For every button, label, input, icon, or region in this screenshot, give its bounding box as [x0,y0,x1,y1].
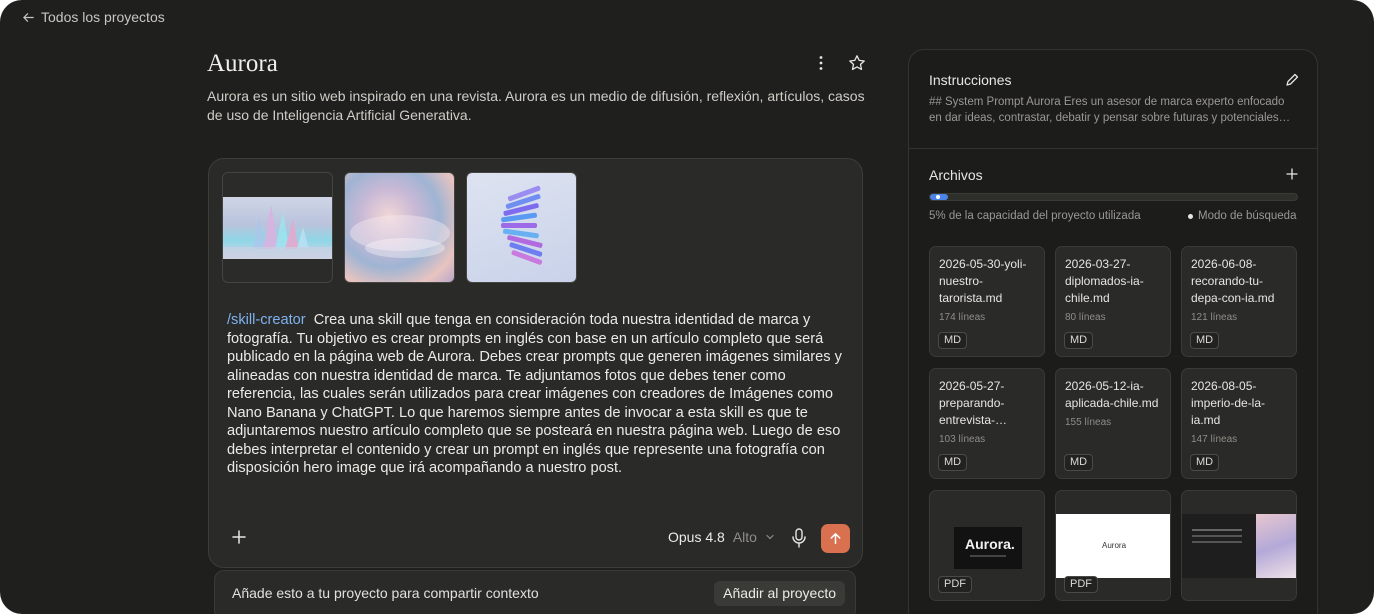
instructions-title: Instrucciones [929,72,1012,88]
file-card[interactable]: 2026-06-08-recorando-tu-depa-con-ia.md 1… [1181,246,1297,357]
back-link-label: Todos los proyectos [41,9,165,25]
abstract-cover-image [1256,514,1296,578]
file-line-count: 103 líneas [939,434,986,445]
arrow-left-icon [23,12,34,22]
attachment-image[interactable] [222,172,333,283]
file-line-count: 155 líneas [1065,417,1112,428]
arrow-up-icon [830,533,841,544]
pdf-file-card[interactable]: Aurora PDF [1055,490,1171,601]
back-to-projects-link[interactable]: Todos los proyectos [22,9,165,25]
prompt-body: Crea una skill que tenga en consideració… [227,312,842,476]
chat-composer: /skill-creator Crea una skill que tenga … [208,158,863,568]
file-card[interactable]: 2026-08-05-imperio-de-la-ia.md 147 línea… [1181,368,1297,479]
add-to-project-bar: Añade esto a tu proyecto para compartir … [214,570,856,614]
file-card[interactable]: 2026-05-27-preparando-entrevista-… 103 l… [929,368,1045,479]
pencil-icon [1286,73,1299,86]
spiral-sculpture-image [501,185,543,265]
crystal-landscape-image [223,205,332,259]
attachment-image[interactable] [466,172,577,283]
model-selector[interactable]: Opus 4.8 Alto [668,529,775,545]
file-type-badge: MD [938,332,968,349]
attachment-image[interactable] [344,172,455,283]
file-line-count: 147 líneas [1191,434,1238,445]
more-vertical-icon [819,56,823,70]
file-name: 2026-05-30-yoli-nuestro-tarorista.md [939,257,1027,305]
plus-icon [1286,168,1298,180]
add-file-button[interactable] [1285,167,1299,181]
composer-toolbar: Opus 4.8 Alto [209,511,862,567]
voice-input-button[interactable] [789,527,809,549]
favorite-button[interactable] [846,52,868,74]
file-name: 2026-03-27-diplomados-ia-chile.md [1065,257,1144,305]
send-button[interactable] [821,524,850,553]
project-description: Aurora es un sitio web inspirado en una … [207,88,865,123]
file-card[interactable]: 2026-03-27-diplomados-ia-chile.md 80 lín… [1055,246,1171,357]
capacity-bar [929,193,1298,201]
aurora-logo: Aurora. [965,536,1015,552]
search-mode-label: Modo de búsqueda [1198,210,1297,222]
pdf-file-card[interactable] [1181,490,1297,601]
microphone-icon [792,528,806,548]
file-line-count: 174 líneas [939,312,986,323]
files-grid: 2026-05-30-yoli-nuestro-tarorista.md 174… [929,246,1297,601]
file-type-badge: MD [938,454,968,471]
model-name: Opus 4.8 [668,529,725,545]
capacity-text: 5% de la capacidad del proyecto utilizad… [929,210,1141,222]
file-card[interactable]: 2026-05-30-yoli-nuestro-tarorista.md 174… [929,246,1045,357]
attachments-row [222,172,577,283]
files-title: Archivos [929,167,983,183]
status-dot-icon [1188,213,1193,219]
file-type-badge: MD [1064,454,1094,471]
aurora-wordmark: Aurora [1102,541,1127,550]
chevron-down-icon [766,534,774,540]
file-type-badge: MD [1190,454,1220,471]
edit-instructions-button[interactable] [1284,72,1300,88]
file-line-count: 80 líneas [1065,312,1106,323]
file-card[interactable]: 2026-05-12-ia-aplicada-chile.md 155 líne… [1055,368,1171,479]
file-name: 2026-08-05-imperio-de-la-ia.md [1191,379,1266,427]
star-icon [849,55,865,71]
project-actions [810,52,868,74]
abstract-glitter-image [350,215,450,258]
more-options-button[interactable] [810,52,832,74]
file-line-count: 121 líneas [1191,312,1238,323]
skill-tag[interactable]: /skill-creator [227,312,306,328]
file-name: 2026-06-08-recorando-tu-depa-con-ia.md [1191,257,1275,305]
file-name: 2026-05-27-preparando-entrevista-… [939,379,1008,427]
add-attachment-button[interactable] [229,527,249,547]
plus-icon [232,530,246,544]
file-type-badge: PDF [938,576,972,593]
prompt-input[interactable]: /skill-creator Crea una skill que tenga … [227,311,847,478]
file-type-badge: MD [1064,332,1094,349]
pdf-file-card[interactable]: Aurora. PDF [929,490,1045,601]
divider [909,148,1317,149]
project-title: Aurora [207,50,278,77]
file-type-badge: PDF [1064,576,1098,593]
effort-level: Alto [732,529,757,545]
app-window: Todos los proyectos Aurora Aurora es un … [0,0,1374,614]
project-sidepanel: Instrucciones ## System Prompt Aurora Er… [908,49,1318,614]
add-to-project-button[interactable]: Añadir al proyecto [714,581,845,606]
search-mode-indicator[interactable]: Modo de búsqueda [1188,210,1296,222]
file-type-badge: MD [1190,332,1220,349]
add-to-project-text: Añade esto a tu proyecto para compartir … [232,585,539,601]
instructions-preview[interactable]: ## System Prompt Aurora Eres un asesor d… [929,94,1299,126]
file-name: 2026-05-12-ia-aplicada-chile.md [1065,379,1159,410]
